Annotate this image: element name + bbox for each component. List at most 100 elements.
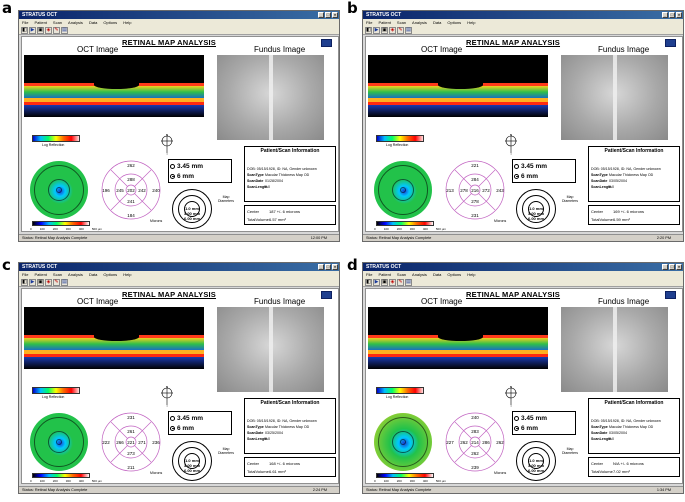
minimize-button[interactable]: _ <box>318 264 324 270</box>
microns-label: Microns <box>150 219 163 223</box>
radio-button[interactable] <box>170 425 175 431</box>
menu-item-options[interactable]: Options <box>103 19 117 26</box>
menu-item-patient[interactable]: Patient <box>378 271 390 278</box>
menu-item-analysis[interactable]: Analysis <box>412 271 427 278</box>
scan-size-label: 3.45 mm <box>521 162 548 170</box>
play-icon[interactable]: ▶ <box>373 279 380 286</box>
menu-item-scan[interactable]: Scan <box>53 19 62 26</box>
edit-icon[interactable]: ✎ <box>397 27 404 34</box>
edit-icon[interactable]: ✎ <box>53 27 60 34</box>
oct-image-label: OCT Image <box>421 297 463 306</box>
radio-button[interactable] <box>514 415 519 421</box>
menu-item-help[interactable]: Help <box>123 19 131 26</box>
maximize-button[interactable]: □ <box>325 264 331 270</box>
maximize-button[interactable]: □ <box>669 264 675 270</box>
menu-item-analysis[interactable]: Analysis <box>68 271 83 278</box>
open-icon[interactable]: ◧ <box>365 279 372 286</box>
menu-item-patient[interactable]: Patient <box>378 19 390 26</box>
report-title: RETINAL MAP ANALYSIS <box>122 290 217 299</box>
radio-button[interactable] <box>514 173 519 179</box>
play-icon[interactable]: ▶ <box>29 27 36 34</box>
analyze-icon[interactable]: ◈ <box>389 279 396 286</box>
info-value: 6.0 <box>609 437 614 441</box>
print-icon[interactable]: ▤ <box>405 279 412 286</box>
window-titlebar[interactable]: STRATUS OCT _ □ × <box>19 11 339 19</box>
open-icon[interactable]: ◧ <box>21 279 28 286</box>
menu-item-patient[interactable]: Patient <box>34 19 46 26</box>
open-icon[interactable]: ◧ <box>365 27 372 34</box>
window-titlebar[interactable]: STRATUS OCT _ □ × <box>363 263 683 271</box>
print-icon[interactable]: ▤ <box>61 27 68 34</box>
scan-size-option[interactable]: 3.45 mm <box>170 161 240 171</box>
close-button[interactable]: × <box>676 12 682 18</box>
print-icon[interactable]: ▤ <box>405 27 412 34</box>
edit-icon[interactable]: ✎ <box>397 279 404 286</box>
menu-item-scan[interactable]: Scan <box>397 271 406 278</box>
info-title: Patient/Scan Information <box>604 148 664 154</box>
minimize-button[interactable]: _ <box>318 12 324 18</box>
sector-value-bottom-outer: 184 <box>127 213 135 218</box>
scan-size-option[interactable]: 3.45 mm <box>514 413 584 423</box>
play-icon[interactable]: ▶ <box>29 279 36 286</box>
scan-size-option[interactable]: 3.45 mm <box>514 161 584 171</box>
edit-icon[interactable]: ✎ <box>53 279 60 286</box>
scan-icon[interactable]: ▣ <box>381 27 388 34</box>
scan-icon[interactable]: ▣ <box>37 279 44 286</box>
menu-item-help[interactable]: Help <box>467 19 475 26</box>
menu-item-data[interactable]: Data <box>89 271 97 278</box>
analyze-icon[interactable]: ◈ <box>45 27 52 34</box>
analyze-icon[interactable]: ◈ <box>45 279 52 286</box>
menu-item-file[interactable]: File <box>366 271 372 278</box>
minimize-button[interactable]: _ <box>662 12 668 18</box>
menu-item-scan[interactable]: Scan <box>53 271 62 278</box>
scan-size-option[interactable]: 6 mm <box>170 171 240 181</box>
menu-item-options[interactable]: Options <box>103 271 117 278</box>
menu-item-data[interactable]: Data <box>89 19 97 26</box>
menu-item-file[interactable]: File <box>366 19 372 26</box>
close-button[interactable]: × <box>676 264 682 270</box>
radio-button[interactable] <box>170 415 175 421</box>
maximize-button[interactable]: □ <box>325 12 331 18</box>
menu-item-options[interactable]: Options <box>447 271 461 278</box>
menu-item-help[interactable]: Help <box>123 271 131 278</box>
map-diameters-diagram: 1.0 mm 3.00 mm 6.00 mm <box>172 441 212 481</box>
radio-button[interactable] <box>514 425 519 431</box>
menu-item-scan[interactable]: Scan <box>397 19 406 26</box>
close-button[interactable]: × <box>332 12 338 18</box>
oct-retinal-layer <box>24 357 204 369</box>
menu-item-help[interactable]: Help <box>467 271 475 278</box>
open-icon[interactable]: ◧ <box>21 27 28 34</box>
menu-item-analysis[interactable]: Analysis <box>412 19 427 26</box>
play-icon[interactable]: ▶ <box>373 27 380 34</box>
menu-item-options[interactable]: Options <box>447 19 461 26</box>
menu-item-file[interactable]: File <box>22 19 28 26</box>
scan-icon[interactable]: ▣ <box>381 279 388 286</box>
analyze-icon[interactable]: ◈ <box>389 27 396 34</box>
oct-foveal-pit <box>94 333 139 341</box>
sector-value-right-outer: 262 <box>496 440 504 445</box>
radio-button[interactable] <box>514 163 519 169</box>
window-titlebar[interactable]: STRATUS OCT _ □ × <box>363 11 683 19</box>
fundus-image-label: Fundus Image <box>254 45 306 54</box>
fundus-scan-line <box>613 55 617 140</box>
menu-item-data[interactable]: Data <box>433 19 441 26</box>
print-icon[interactable]: ▤ <box>61 279 68 286</box>
info-value: 01/28/2004 <box>265 179 283 183</box>
minimize-button[interactable]: _ <box>662 264 668 270</box>
radio-button[interactable] <box>170 173 175 179</box>
menu-item-file[interactable]: File <box>22 271 28 278</box>
scan-size-option[interactable]: 3.45 mm <box>170 413 240 423</box>
menu-item-analysis[interactable]: Analysis <box>68 19 83 26</box>
close-button[interactable]: × <box>332 264 338 270</box>
window-title: STRATUS OCT <box>366 264 402 270</box>
menu-item-patient[interactable]: Patient <box>34 271 46 278</box>
window-titlebar[interactable]: STRATUS OCT _ □ × <box>19 263 339 271</box>
maximize-button[interactable]: □ <box>669 12 675 18</box>
scan-size-option[interactable]: 6 mm <box>514 423 584 433</box>
radio-button[interactable] <box>170 163 175 169</box>
scan-icon[interactable]: ▣ <box>37 27 44 34</box>
scan-size-option[interactable]: 6 mm <box>514 171 584 181</box>
menu-item-data[interactable]: Data <box>433 271 441 278</box>
scan-size-label: 3.45 mm <box>177 162 204 170</box>
scan-size-option[interactable]: 6 mm <box>170 423 240 433</box>
